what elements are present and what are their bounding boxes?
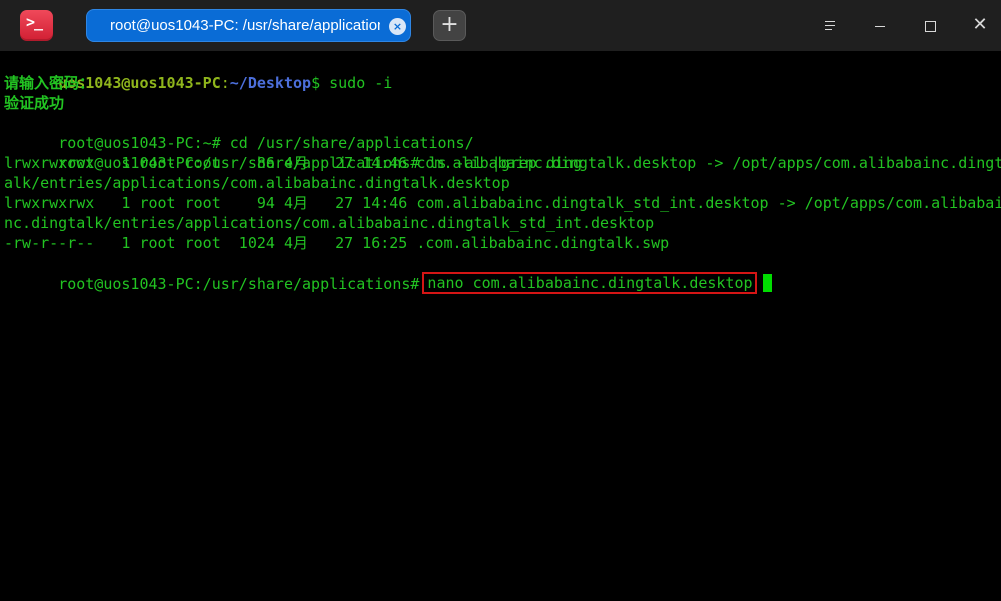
output-line: nc.dingtalk/entries/applications/com.ali… xyxy=(4,214,655,232)
highlighted-command: nano com.alibabainc.dingtalk.desktop xyxy=(422,272,757,294)
command-text: sudo -i xyxy=(320,74,393,92)
output-line: lrwxrwxrwx 1 root root 94 4月 27 14:46 co… xyxy=(4,194,1001,212)
terminal-line: root@uos1043-PC:/usr/share/applications#… xyxy=(4,253,772,294)
prompt-root: root@uos1043-PC:/usr/share/applications# xyxy=(58,275,420,293)
maximize-icon[interactable] xyxy=(918,13,942,37)
terminal-line: uos1043@uos1043-PC:~/Desktop$ sudo -i xyxy=(4,53,392,92)
tab-close-icon[interactable]: × xyxy=(389,18,406,35)
output-line: lrwxrwxrwx 1 root root 86 4月 27 14:46 co… xyxy=(4,154,1001,172)
new-tab-button[interactable]: + xyxy=(433,10,466,41)
terminal-line: root@uos1043-PC:/usr/share/applications#… xyxy=(4,133,582,172)
prompt-path: ~/Desktop xyxy=(229,74,312,92)
command-text: nano com.alibabainc.dingtalk.desktop xyxy=(427,274,753,292)
terminal-icon[interactable]: >_ xyxy=(20,10,53,41)
prompt-dollar: $ xyxy=(311,74,321,92)
title-bar: >_ root@uos1043-PC: /usr/share/applicati… xyxy=(0,0,1001,51)
terminal-output[interactable]: uos1043@uos1043-PC:~/Desktop$ sudo -i 请输… xyxy=(0,51,1001,601)
tab-title: root@uos1043-PC: /usr/share/applications xyxy=(110,17,380,34)
output-line: alk/entries/applications/com.alibabainc.… xyxy=(4,174,510,192)
auth-success-message: 验证成功 xyxy=(4,94,65,112)
password-prompt: 请输入密码： xyxy=(4,74,95,92)
text-cursor xyxy=(762,274,772,292)
output-line: -rw-r--r-- 1 root root 1024 4月 27 16:25 … xyxy=(4,234,670,252)
prompt-colon: : xyxy=(220,74,230,92)
terminal-line: root@uos1043-PC:~# cd /usr/share/applica… xyxy=(4,113,473,152)
terminal-window: >_ root@uos1043-PC: /usr/share/applicati… xyxy=(0,0,1001,601)
terminal-icon-glyph: >_ xyxy=(26,13,43,31)
minimize-icon[interactable] xyxy=(868,13,892,37)
menu-icon[interactable] xyxy=(818,13,842,37)
close-icon[interactable]: ✕ xyxy=(968,13,992,37)
tab-terminal-session[interactable]: root@uos1043-PC: /usr/share/applications… xyxy=(86,9,411,42)
